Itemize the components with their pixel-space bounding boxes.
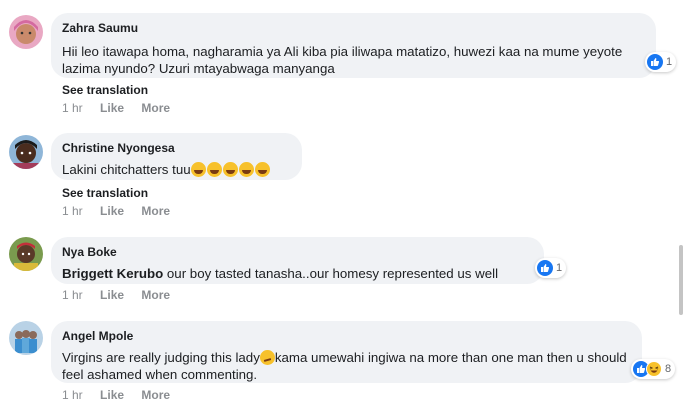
reaction-summary[interactable]: 8 — [631, 359, 676, 379]
comment-text: Briggett Kerubo our boy tasted tanasha..… — [62, 265, 532, 282]
comment-actions: 1 hr Like More — [62, 101, 184, 115]
comment-author[interactable]: Christine Nyongesa — [62, 140, 290, 156]
comment-author[interactable]: Angel Mpole — [62, 328, 630, 344]
comment-actions: 1 hr Like More — [62, 288, 184, 302]
like-button[interactable]: Like — [100, 204, 124, 218]
comment-bubble: Christine Nyongesa Lakini chitchatters t… — [51, 133, 302, 180]
like-icon — [537, 260, 553, 276]
see-translation-link[interactable]: See translation — [62, 186, 148, 200]
timestamp[interactable]: 1 hr — [62, 204, 83, 218]
scrollbar[interactable] — [679, 245, 683, 315]
like-button[interactable]: Like — [100, 388, 124, 402]
laughing-tears-emoji — [190, 162, 206, 177]
reaction-count: 8 — [665, 363, 672, 375]
comment-text: Lakini chitchatters tuu — [62, 161, 290, 178]
avatar[interactable] — [9, 237, 43, 271]
timestamp[interactable]: 1 hr — [62, 101, 83, 115]
mention-link[interactable]: Briggett Kerubo — [62, 266, 163, 281]
laughing-tears-emoji — [206, 162, 222, 177]
avatar[interactable] — [9, 321, 43, 355]
comment-author[interactable]: Nya Boke — [62, 244, 532, 260]
comment-actions: 1 hr Like More — [62, 204, 184, 218]
more-button[interactable]: More — [141, 388, 170, 402]
comment-actions: 1 hr Like More — [62, 388, 184, 402]
like-icon — [647, 54, 663, 70]
comment-text-body: Lakini chitchatters tuu — [62, 162, 191, 177]
more-button[interactable]: More — [141, 101, 170, 115]
comment-text-body: our boy tasted tanasha..our homesy repre… — [163, 266, 499, 281]
smirk-emoji — [259, 350, 275, 365]
laughing-tears-emoji — [222, 162, 238, 177]
more-button[interactable]: More — [141, 204, 170, 218]
more-button[interactable]: More — [141, 288, 170, 302]
comment-bubble: Angel Mpole Virgins are really judging t… — [51, 321, 642, 383]
haha-icon — [646, 361, 662, 377]
reaction-count: 1 — [666, 56, 673, 68]
comment-text: Virgins are really judging this lady kama… — [62, 349, 630, 383]
see-translation-link[interactable]: See translation — [62, 83, 148, 97]
comment-text-body: Virgins are really judging this lady — [62, 350, 260, 365]
comment-text: Hii leo itawapa homa, nagharamia ya Ali … — [62, 44, 623, 76]
comment-bubble: Nya Boke Briggett Kerubo our boy tasted … — [51, 237, 544, 284]
laughing-tears-emoji — [254, 162, 270, 177]
timestamp[interactable]: 1 hr — [62, 388, 83, 402]
reaction-summary[interactable]: 1 — [645, 52, 677, 72]
like-button[interactable]: Like — [100, 288, 124, 302]
timestamp[interactable]: 1 hr — [62, 288, 83, 302]
reaction-count: 1 — [556, 262, 563, 274]
comment-bubble: Zahra Saumu Hii leo itawapa homa, naghar… — [51, 13, 656, 78]
like-button[interactable]: Like — [100, 101, 124, 115]
reaction-summary[interactable]: 1 — [535, 258, 567, 278]
comment-author[interactable]: Zahra Saumu — [62, 20, 644, 36]
avatar[interactable] — [9, 135, 43, 169]
avatar[interactable] — [9, 15, 43, 49]
laughing-tears-emoji — [238, 162, 254, 177]
